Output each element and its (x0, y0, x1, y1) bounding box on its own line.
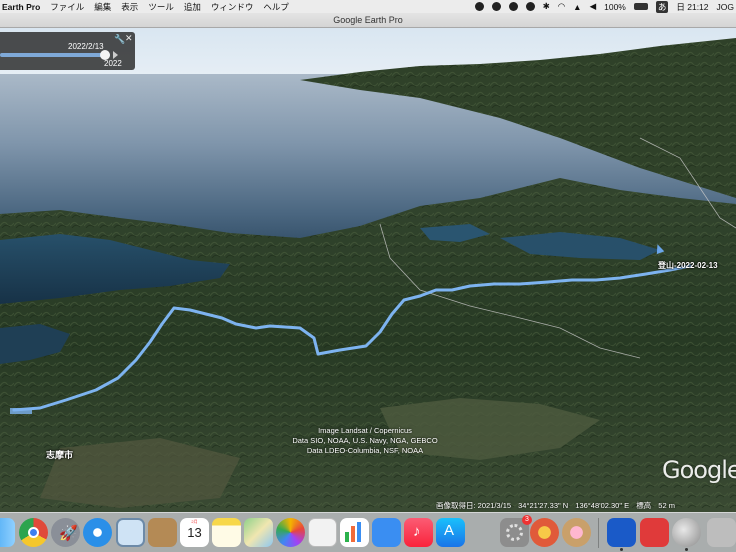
credit-line: Data LDEO-Columbia, NSF, NOAA (306, 446, 424, 455)
contacts-icon[interactable] (148, 518, 177, 547)
dock: 🚀 2月 13 ♪ A 3 (0, 512, 736, 552)
volume-icon[interactable]: ◀ (590, 1, 597, 12)
status-app-icon[interactable] (491, 2, 501, 11)
menu-app-name[interactable]: Earth Pro (2, 2, 40, 12)
google-logo: Google (662, 456, 736, 484)
credit-line: Data SIO, NOAA, U.S. Navy, NGA, GEBCO (292, 436, 438, 445)
running-indicator (685, 548, 688, 551)
calendar-icon[interactable]: 2月 13 (180, 518, 209, 547)
candy-icon[interactable] (562, 518, 591, 547)
credit-line: Image Landsat / Copernicus (318, 426, 412, 435)
time-slider-date: 2022/2/13 (68, 42, 104, 51)
menu-view[interactable]: 表示 (121, 1, 138, 13)
menu-bar: Earth Pro ファイル 編集 表示 ツール 追加 ウィンドウ ヘルプ ✱ … (0, 0, 736, 13)
finder-icon[interactable] (0, 518, 15, 547)
close-icon[interactable]: ✕ (125, 33, 133, 44)
appstore-badge: 3 (522, 515, 532, 525)
menu-help[interactable]: ヘルプ (263, 1, 289, 13)
menu-edit[interactable]: 編集 (94, 1, 111, 13)
window-title: Google Earth Pro (333, 15, 403, 25)
longitude: 136°48'02.30" E (575, 501, 630, 510)
placemark-label[interactable]: 登山-2022-02-13 (658, 260, 718, 271)
time-slider-year: 2022 (104, 59, 122, 68)
elevation-value: 52 m (658, 501, 675, 510)
window-title-bar[interactable]: Google Earth Pro (0, 13, 736, 28)
notes-icon[interactable] (212, 518, 241, 547)
time-forward-icon[interactable] (113, 51, 118, 59)
wrench-icon[interactable]: 🔧 (114, 34, 125, 45)
chrome-icon[interactable] (19, 518, 48, 547)
menu-tools[interactable]: ツール (148, 1, 174, 13)
menu-window[interactable]: ウィンドウ (211, 1, 254, 13)
battery-percent[interactable]: 100% (604, 2, 626, 12)
airplay-icon[interactable]: ▲ (573, 2, 581, 12)
numbers-icon[interactable] (340, 518, 369, 547)
keynote-icon[interactable] (372, 518, 401, 547)
app-icon[interactable] (640, 518, 669, 547)
status-bar: 画像取得日: 2021/3/15 34°21'27.33" N 136°48'0… (436, 500, 736, 512)
dock-separator (598, 518, 599, 548)
appstore-icon[interactable]: A (436, 518, 465, 547)
time-slider-track[interactable] (0, 53, 110, 57)
imagery-credits: Image Landsat / Copernicus Data SIO, NOA… (260, 426, 470, 456)
textedit-icon[interactable] (308, 518, 337, 547)
city-label: 志摩市 (46, 450, 74, 460)
trash-icon[interactable] (707, 518, 736, 547)
user-name[interactable]: JOG (717, 2, 734, 12)
photos-icon[interactable] (276, 518, 305, 547)
maps-icon[interactable] (244, 518, 273, 547)
screen-share-icon[interactable] (607, 518, 636, 551)
pokemon-icon[interactable] (530, 518, 559, 547)
safari-icon[interactable] (83, 518, 112, 547)
time-slider-panel[interactable]: 2022/2/13 2022 🔧 ✕ (0, 32, 135, 70)
music-icon[interactable]: ♪ (404, 518, 433, 547)
timer-icon[interactable] (525, 2, 535, 11)
preview-icon[interactable] (116, 518, 145, 547)
wifi-icon[interactable]: ◠ (558, 1, 565, 12)
input-method[interactable]: あ (655, 0, 669, 13)
elevation-label: 標高 (636, 501, 652, 510)
calendar-day: 13 (187, 525, 202, 540)
menu-file[interactable]: ファイル (50, 1, 84, 13)
launchpad-icon[interactable]: 🚀 (51, 518, 80, 547)
system-preferences-icon[interactable]: 3 (500, 515, 532, 547)
imagery-date: 画像取得日: 2021/3/15 (436, 501, 512, 510)
clock[interactable]: 日 21:12 (676, 1, 708, 13)
latitude: 34°21'27.33" N (518, 501, 569, 510)
sync-icon[interactable] (508, 2, 518, 11)
running-indicator (620, 548, 623, 551)
record-icon[interactable] (474, 2, 484, 11)
menu-add[interactable]: 追加 (184, 1, 201, 13)
battery-icon[interactable] (633, 3, 648, 10)
google-earth-pro-icon[interactable] (672, 518, 701, 551)
bluetooth-icon[interactable]: ✱ (543, 1, 550, 12)
